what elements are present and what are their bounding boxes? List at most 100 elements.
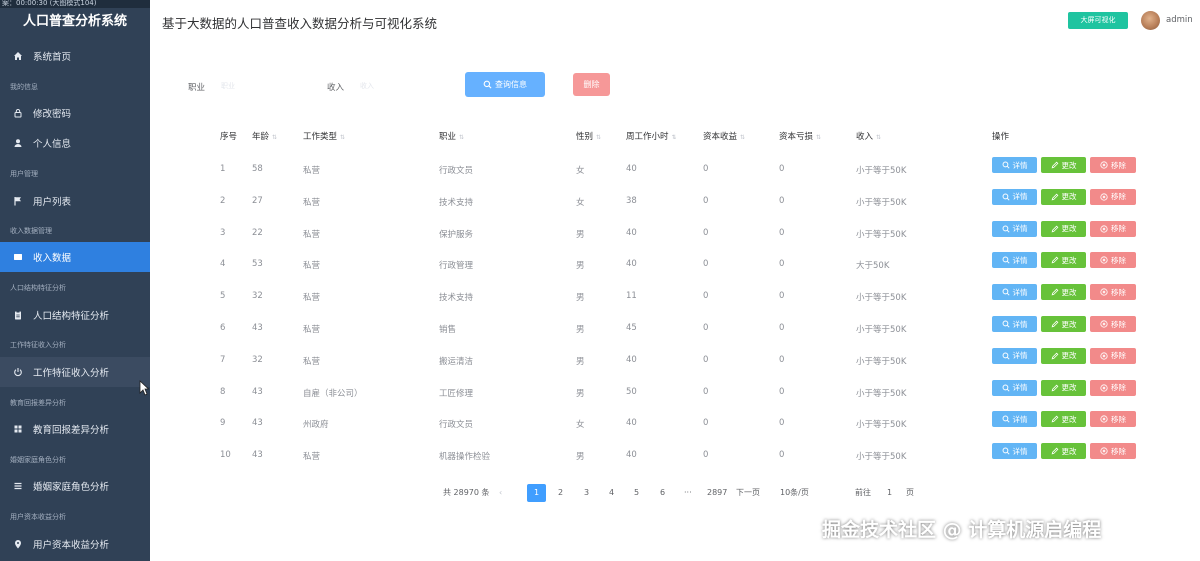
sidebar-item-education-analysis[interactable]: 教育回报差异分析	[0, 414, 150, 444]
sidebar-item-work-income-analysis[interactable]: 工作特征收入分析	[0, 357, 150, 387]
prev-page-button[interactable]: ‹	[499, 484, 502, 502]
sidebar-item-income-data[interactable]: 收入数据	[0, 242, 150, 272]
column-header-occupation[interactable]: 职业 ⇅	[439, 130, 464, 142]
bigscreen-button[interactable]: 大屏可视化	[1068, 12, 1128, 29]
table-cell: 小于等于50K	[856, 325, 907, 335]
column-header-capital-gain[interactable]: 资本收益 ⇅	[703, 130, 745, 142]
detail-button[interactable]: 详情	[992, 252, 1037, 269]
remove-button[interactable]: 移除	[1090, 157, 1136, 173]
detail-button[interactable]: 详情	[992, 443, 1037, 460]
page-2[interactable]: 2	[558, 484, 563, 502]
edit-button[interactable]: 更改	[1041, 443, 1086, 460]
edit-button[interactable]: 更改	[1041, 220, 1086, 237]
column-header-weekly-hours[interactable]: 周工作小时 ⇅	[626, 130, 677, 142]
detail-button[interactable]: 详情	[992, 220, 1037, 237]
remove-button[interactable]: 移除	[1090, 220, 1136, 237]
table-cell: 8	[220, 386, 226, 397]
edit-button[interactable]: 更改	[1041, 284, 1086, 301]
column-header-work-type[interactable]: 工作类型 ⇅	[303, 130, 345, 142]
detail-button[interactable]: 详情	[992, 188, 1037, 205]
job-filter-input[interactable]: 职业	[215, 73, 305, 97]
detail-button[interactable]: 详情	[992, 411, 1037, 428]
sidebar-item-label: 用户资本收益分析	[33, 540, 110, 551]
search-button[interactable]: 查询信息	[465, 72, 545, 97]
sidebar-group-title: 婚姻家庭角色分析	[10, 456, 66, 464]
table-cell: 技术支持	[439, 293, 474, 304]
sidebar-item-home[interactable]: 系统首页	[0, 41, 150, 71]
detail-button[interactable]: 详情	[992, 157, 1037, 173]
table-cell: 0	[779, 227, 785, 238]
table-cell: 40	[626, 450, 637, 461]
table-cell: 搬运清洁	[439, 356, 474, 367]
user-icon	[12, 137, 24, 149]
next-page-button[interactable]: 下一页	[736, 484, 760, 502]
detail-button[interactable]: 详情	[992, 316, 1037, 332]
edit-button[interactable]: 更改	[1041, 411, 1086, 428]
detail-button[interactable]: 详情	[992, 284, 1037, 301]
sidebar-item-user-list[interactable]: 用户列表	[0, 186, 150, 216]
page-ellipsis[interactable]: ···	[684, 484, 692, 502]
edit-button[interactable]: 更改	[1041, 347, 1086, 364]
goto-page-input[interactable]: 1	[887, 484, 892, 502]
table-cell: 7	[220, 354, 226, 365]
detail-button[interactable]: 详情	[992, 379, 1037, 396]
page-5[interactable]: 5	[634, 484, 639, 502]
page-3[interactable]: 3	[584, 484, 589, 502]
income-filter-input[interactable]: 收入	[354, 73, 444, 97]
edit-button[interactable]: 更改	[1041, 188, 1086, 205]
table-cell: 男	[576, 325, 585, 335]
remove-button[interactable]: 移除	[1090, 252, 1136, 269]
delete-button[interactable]: 删除	[573, 73, 610, 96]
sidebar-item-capital-analysis[interactable]: 用户资本收益分析	[0, 529, 150, 559]
table-cell: 3	[220, 227, 226, 238]
remove-button[interactable]: 移除	[1090, 379, 1136, 396]
remove-button[interactable]: 移除	[1090, 316, 1136, 332]
edit-button[interactable]: 更改	[1041, 379, 1086, 396]
username[interactable]: admin	[1166, 15, 1193, 25]
table-cell: 自雇（非公司）	[303, 388, 363, 399]
table-cell: 0	[779, 291, 785, 302]
column-header-age[interactable]: 年龄 ⇅	[252, 130, 277, 142]
remove-button[interactable]: 移除	[1090, 284, 1136, 301]
column-header-capital-loss[interactable]: 资本亏损 ⇅	[779, 130, 821, 142]
table-row: 4 53 私营 行政管理 男 40 0 0 大于50K 详情 更改 移除	[210, 249, 1150, 281]
edit-button[interactable]: 更改	[1041, 316, 1086, 332]
sidebar-item-profile[interactable]: 个人信息	[0, 128, 150, 158]
remove-button[interactable]: 移除	[1090, 411, 1136, 428]
table-cell: 45	[626, 323, 637, 333]
search-icon	[1002, 256, 1010, 264]
row-actions: 详情 更改 移除	[992, 252, 1136, 269]
pencil-icon	[1051, 415, 1059, 423]
table-cell: 0	[779, 450, 785, 461]
edit-button-label: 更改	[1061, 414, 1077, 424]
sidebar-item-marriage-analysis[interactable]: 婚姻家庭角色分析	[0, 471, 150, 501]
remove-button[interactable]: 移除	[1090, 443, 1136, 460]
sidebar-item-population-analysis[interactable]: 人口结构特征分析	[0, 300, 150, 330]
page-size-select[interactable]: 10条/页	[780, 484, 809, 502]
edit-button[interactable]: 更改	[1041, 252, 1086, 269]
pencil-icon	[1051, 161, 1059, 169]
page-last[interactable]: 2897	[707, 484, 727, 502]
edit-button-label: 更改	[1061, 446, 1077, 456]
edit-button-label: 更改	[1061, 319, 1077, 329]
table-cell: 0	[703, 418, 709, 429]
sidebar-item-change-password[interactable]: 修改密码	[0, 98, 150, 128]
table-cell: 州政府	[303, 420, 329, 431]
table-cell: 27	[252, 195, 263, 206]
detail-button[interactable]: 详情	[992, 347, 1037, 364]
page-4[interactable]: 4	[609, 484, 614, 502]
mouse-cursor-icon	[139, 380, 149, 396]
remove-button[interactable]: 移除	[1090, 188, 1136, 205]
column-header-gender[interactable]: 性别 ⇅	[576, 130, 601, 142]
pencil-icon	[1051, 256, 1059, 264]
sidebar-group-title: 教育回报差异分析	[10, 399, 66, 407]
remove-button[interactable]: 移除	[1090, 347, 1136, 364]
page-1[interactable]: 1	[527, 484, 546, 502]
avatar[interactable]	[1141, 11, 1160, 30]
row-actions: 详情 更改 移除	[992, 157, 1136, 173]
table-cell: 43	[252, 386, 263, 397]
page-6[interactable]: 6	[660, 484, 665, 502]
edit-button[interactable]: 更改	[1041, 157, 1086, 173]
column-header-income[interactable]: 收入 ⇅	[856, 130, 881, 142]
row-actions: 详情 更改 移除	[992, 284, 1136, 301]
